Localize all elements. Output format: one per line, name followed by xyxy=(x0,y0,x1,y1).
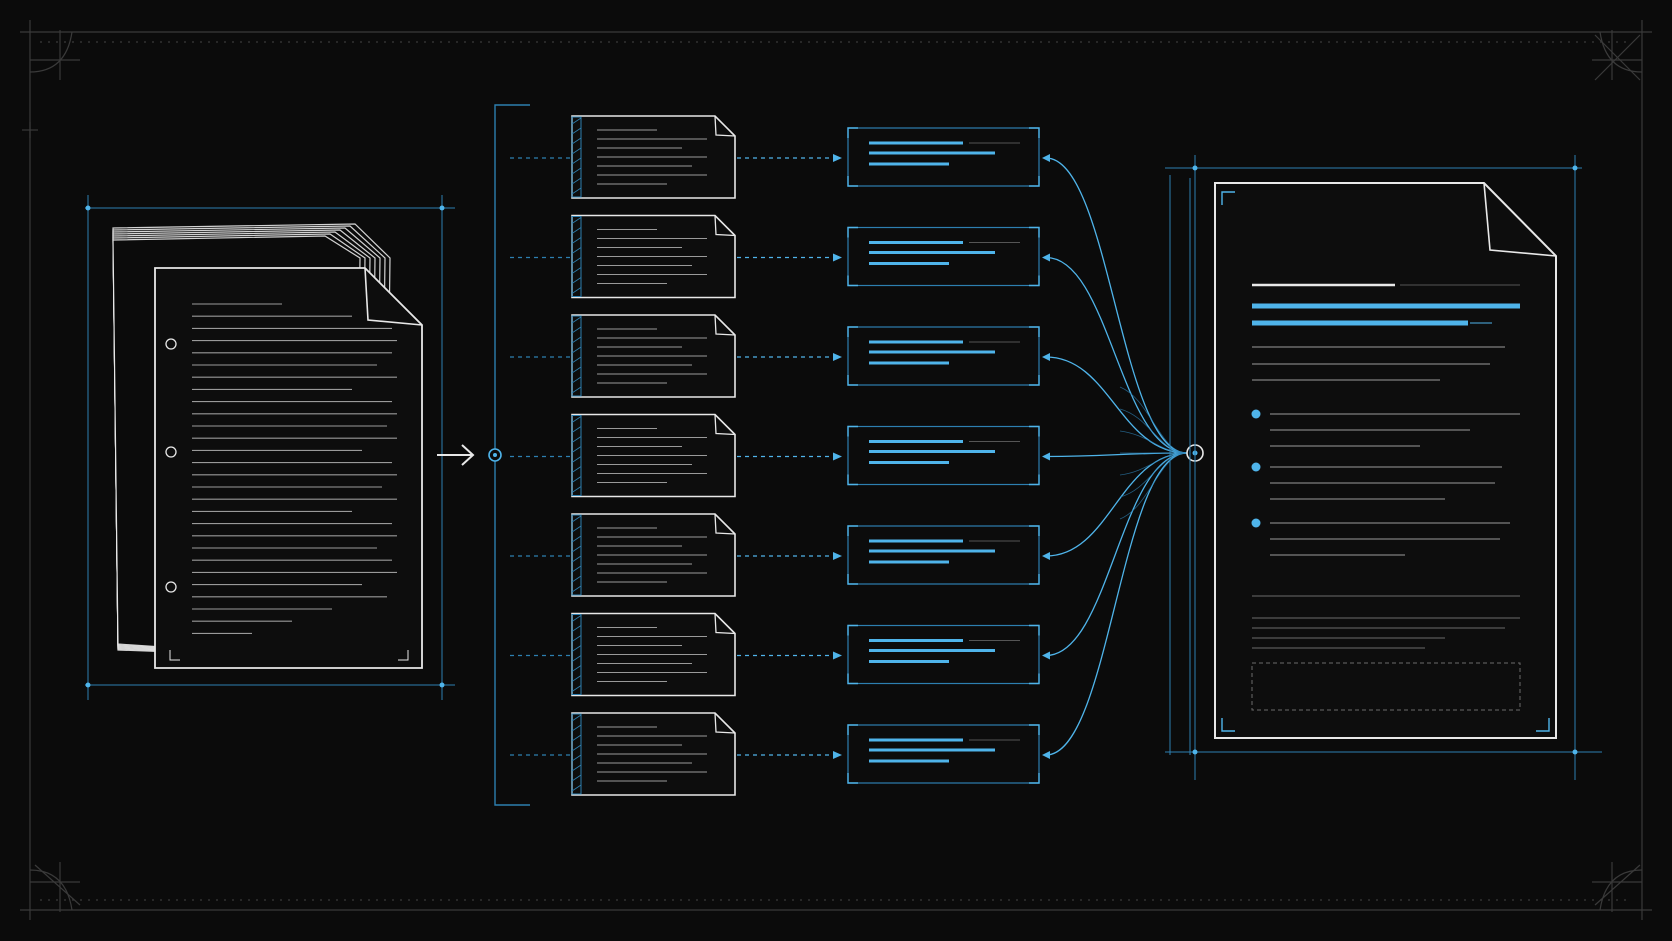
summary-card-icon xyxy=(847,724,1040,784)
summary-card-icon xyxy=(847,226,1040,287)
document-chunk-icon xyxy=(571,712,736,796)
document-chunk-icon xyxy=(571,513,736,597)
bullet-dot-icon xyxy=(1251,518,1261,528)
document-chunk-icon xyxy=(571,413,736,498)
summary-frame xyxy=(847,425,1040,486)
summary-card-icon xyxy=(847,624,1040,685)
document-chunk-icon xyxy=(571,314,736,398)
summary-card-icon xyxy=(847,326,1040,386)
summary-frame xyxy=(847,127,1040,187)
final-page xyxy=(1214,182,1557,739)
document-chunk-icon xyxy=(571,214,736,299)
bullet-dot-icon xyxy=(1251,462,1261,472)
final-document-icon xyxy=(1165,155,1602,780)
document-chunk-icon xyxy=(571,612,736,697)
pipeline-diagram xyxy=(0,0,1672,941)
summary-frame xyxy=(847,226,1040,287)
summary-frame xyxy=(847,624,1040,685)
summary-frame xyxy=(847,326,1040,386)
summary-card-icon xyxy=(847,525,1040,585)
summary-card-icon xyxy=(847,425,1040,486)
summary-frame xyxy=(847,724,1040,784)
document-chunk-icon xyxy=(571,115,736,199)
summary-card-icon xyxy=(847,127,1040,187)
bullet-dot-icon xyxy=(1251,409,1261,419)
summary-frame xyxy=(847,525,1040,585)
diagram-canvas xyxy=(0,0,1672,941)
